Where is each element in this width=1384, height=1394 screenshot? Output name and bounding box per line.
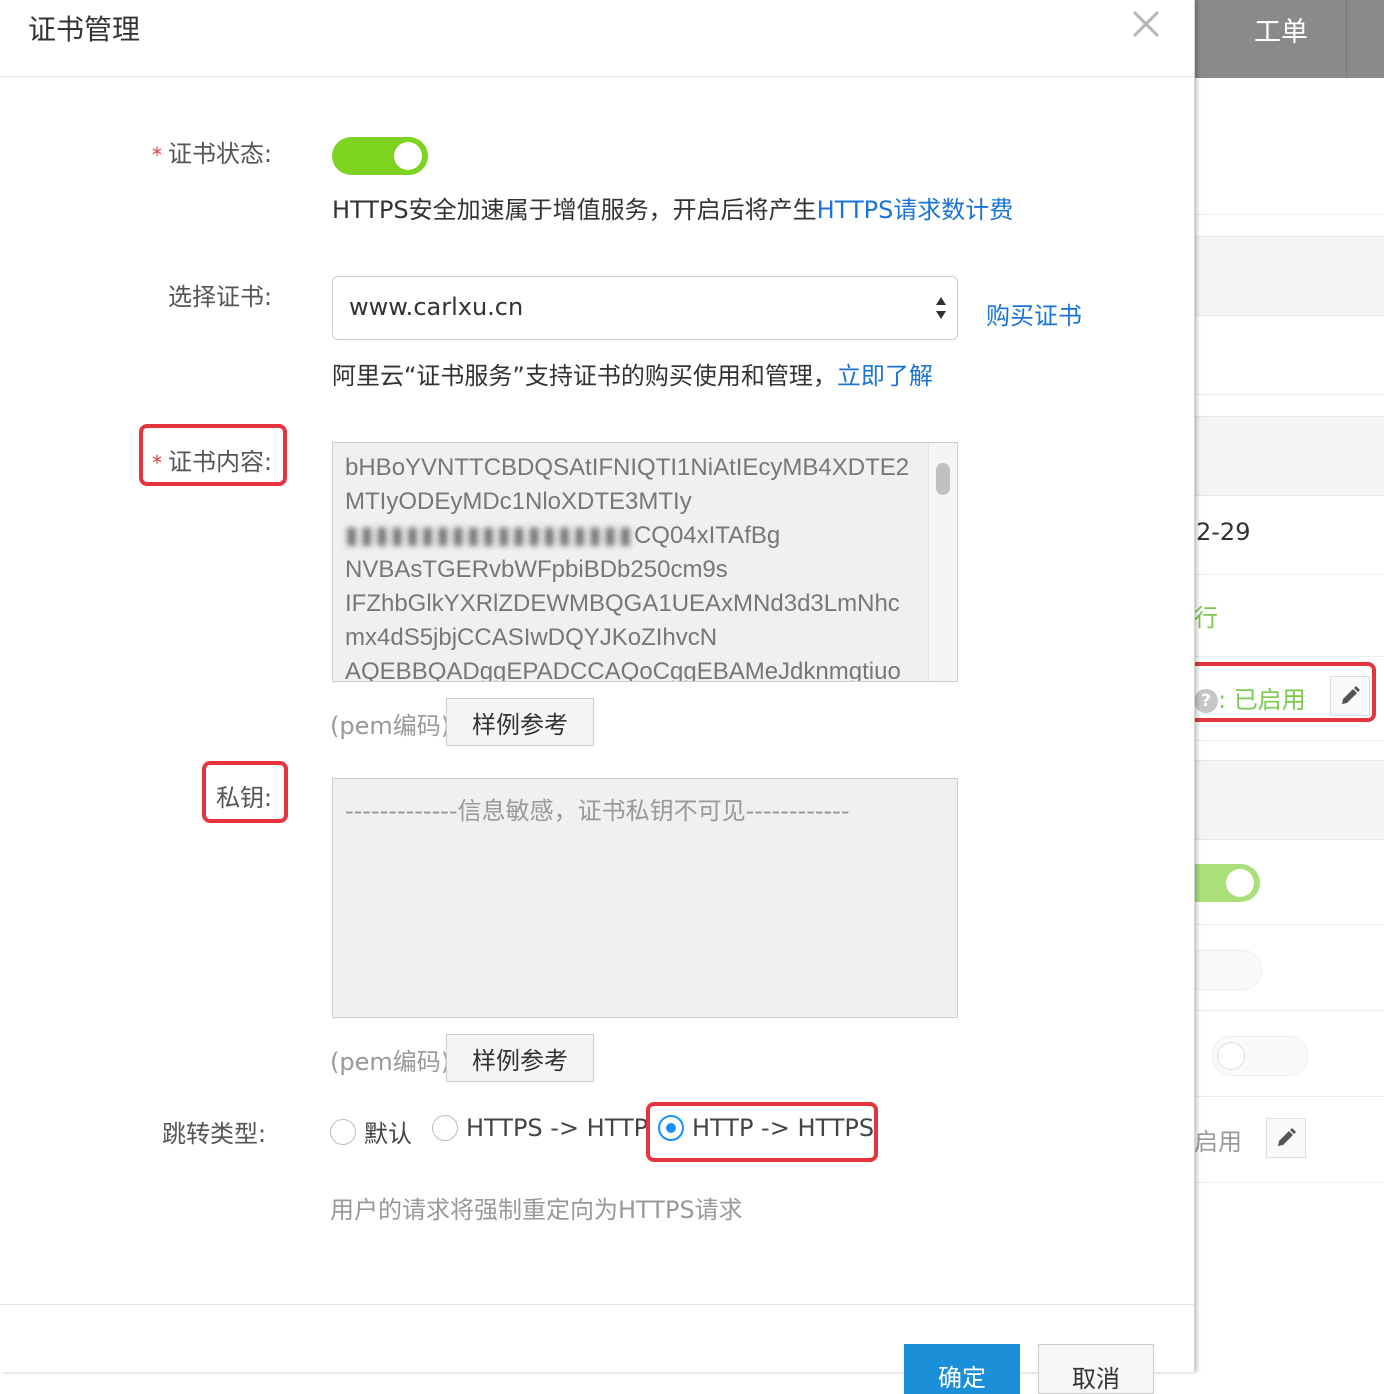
edit-button[interactable]: [1266, 1118, 1306, 1158]
cert-status-switch[interactable]: [332, 137, 428, 175]
background-toggle-off[interactable]: [1194, 950, 1262, 990]
redacted-text: ▮▮▮▮▮▮▮▮▮▮▮▮▮▮▮▮▮▮▮: [345, 522, 634, 549]
cert-line: bHBoYVNTTCBDQSAtIFNIQTI1NiAtIEcyMB4XDTE2: [345, 454, 910, 481]
pem-note: (pem编码): [330, 712, 451, 740]
background-header: 工单: [1194, 0, 1384, 78]
cert-status-label: * 证书状态:: [152, 134, 272, 169]
background-page: 工单 2-29 行 ?: 已启用 启用: [1194, 0, 1384, 1372]
cancel-button[interactable]: 取消: [1038, 1344, 1154, 1394]
row-divider: [1194, 1182, 1384, 1183]
enabled-fragment: 启用: [1194, 1128, 1242, 1156]
switch-knob: [394, 142, 422, 170]
cert-content-textarea[interactable]: bHBoYVNTTCBDQSAtIFNIQTI1NiAtIEcyMB4XDTE2…: [332, 442, 958, 682]
learn-more-link[interactable]: 立即了解: [837, 362, 933, 390]
cert-line: MTIyODEyMDc1NloXDTE3MTIy: [345, 488, 692, 515]
row-divider: [1194, 574, 1384, 575]
cert-content-text: bHBoYVNTTCBDQSAtIFNIQTI1NiAtIEcyMB4XDTE2…: [345, 451, 925, 682]
confirm-button[interactable]: 确定: [904, 1344, 1020, 1394]
cert-select-value: www.carlxu.cn: [349, 293, 524, 321]
key-sample-button[interactable]: 样例参考: [446, 1034, 594, 1082]
row-divider: [1194, 214, 1384, 215]
private-key-placeholder: -------------信息敏感，证书私钥不可见------------: [345, 797, 850, 825]
cert-line: AQEBBQADggEPADCCAQoCggEBAMeJdknmgtiuo: [345, 658, 901, 682]
cert-content-label: * 证书内容:: [152, 442, 272, 477]
redirect-hint: 用户的请求将强制重定向为HTTPS请求: [330, 1196, 743, 1224]
pem-note: (pem编码): [330, 1048, 451, 1076]
cert-line-redacted: ▮▮▮▮▮▮▮▮▮▮▮▮▮▮▮▮▮▮▮CQ04xITAfBg: [345, 519, 925, 553]
cert-management-dialog: 证书管理 * 证书状态: HTTPS安全加速属于增值服务，开启后将产生HTTPS请…: [0, 0, 1195, 1394]
cert-line: IFZhbGlkYXRlZDEWMBQGA1UEAxMNd3d3LmNhc: [345, 590, 900, 617]
buy-cert-link[interactable]: 购买证书: [986, 296, 1082, 331]
radio-https-to-http[interactable]: HTTPS -> HTTP: [432, 1114, 648, 1142]
radio-circle: [330, 1118, 356, 1145]
private-key-textarea[interactable]: -------------信息敏感，证书私钥不可见------------: [332, 778, 958, 1018]
dialog-title: 证书管理: [28, 13, 141, 46]
cert-sample-button[interactable]: 样例参考: [446, 698, 594, 746]
date-fragment: 2-29: [1196, 518, 1251, 546]
cert-status-desc: HTTPS安全加速属于增值服务，开启后将产生HTTPS请求数计费: [332, 190, 1013, 225]
cert-service-desc-text: 阿里云“证书服务”支持证书的购买使用和管理，: [332, 362, 837, 390]
cert-line-tail: CQ04xITAfBg: [633, 522, 781, 549]
cert-line: mx4dS5jbjCCASIwDQYJKoZIhvcN: [345, 624, 718, 651]
select-cert-label: 选择证书:: [168, 283, 273, 311]
select-arrows-icon: [936, 297, 946, 319]
close-icon[interactable]: [1128, 6, 1164, 42]
cert-content-label-text: 证书内容:: [168, 448, 273, 476]
private-key-label: 私钥:: [216, 784, 273, 812]
row-divider: [1194, 924, 1384, 925]
status-fragment: 行: [1194, 604, 1218, 632]
row-stripe: [1194, 416, 1384, 496]
cert-status-desc-text: HTTPS安全加速属于增值服务，开启后将产生: [332, 196, 817, 224]
https-billing-link[interactable]: HTTPS请求数计费: [817, 196, 1014, 224]
cert-select[interactable]: www.carlxu.cn: [332, 276, 958, 340]
ticket-tab[interactable]: 工单: [1254, 10, 1308, 49]
row-divider: [1194, 740, 1384, 741]
row-stripe: [1194, 236, 1384, 316]
background-toggle-on[interactable]: [1194, 864, 1260, 902]
radio-label: 默认: [364, 1120, 412, 1148]
radio-default[interactable]: 默认: [330, 1114, 412, 1149]
row-stripe: [1194, 760, 1384, 840]
edit-icon: [1278, 1128, 1296, 1146]
redirect-type-label: 跳转类型:: [162, 1120, 267, 1148]
required-mark: *: [152, 143, 162, 167]
cert-service-desc: 阿里云“证书服务”支持证书的购买使用和管理，立即了解: [332, 356, 933, 391]
required-mark: *: [152, 451, 162, 475]
cert-status-label-text: 证书状态:: [168, 140, 273, 168]
background-toggle-off[interactable]: [1212, 1036, 1308, 1076]
scrollbar-thumb[interactable]: [936, 463, 950, 495]
row-divider: [1194, 394, 1384, 395]
highlight-box: [646, 1102, 878, 1162]
footer-divider: [0, 1304, 1194, 1305]
radio-label: HTTPS -> HTTP: [466, 1114, 649, 1142]
header-divider: [1346, 0, 1347, 78]
cert-line: NVBAsTGERvbWFpbiBDb250cm9s: [345, 556, 728, 583]
dialog-header: 证书管理: [0, 0, 1194, 77]
row-divider: [1194, 656, 1384, 657]
radio-circle: [432, 1115, 458, 1141]
row-divider: [1194, 1096, 1384, 1097]
highlight-box: [1194, 662, 1376, 722]
row-divider: [1194, 1010, 1384, 1011]
textarea-scrollbar[interactable]: [928, 443, 957, 681]
